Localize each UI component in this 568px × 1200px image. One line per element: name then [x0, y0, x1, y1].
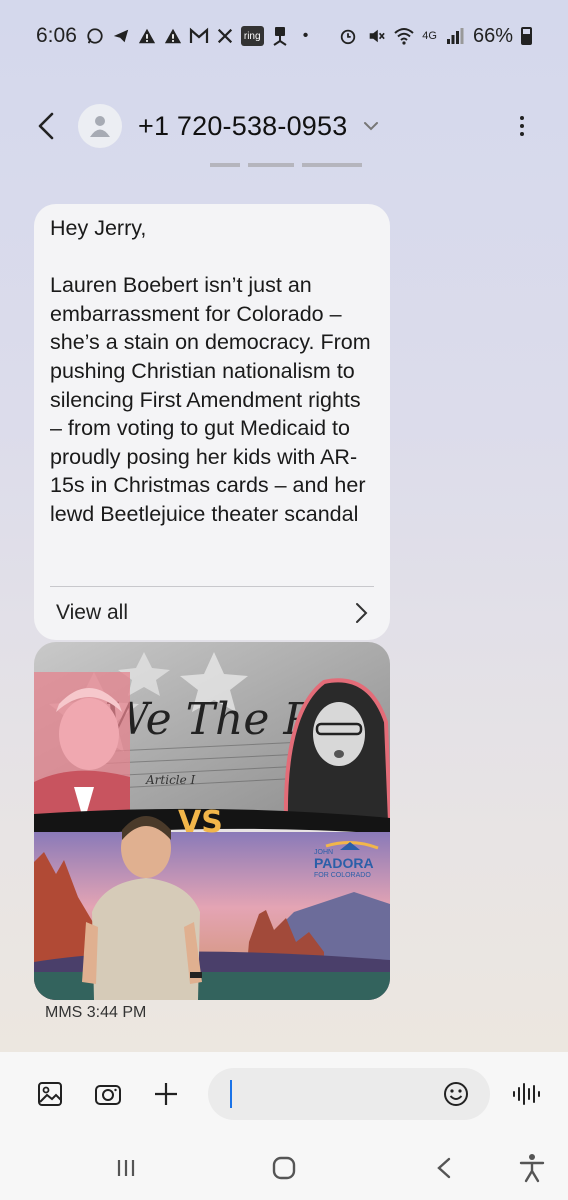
chair-icon — [270, 26, 290, 46]
signal-icon — [445, 26, 465, 46]
clipped-timestamp — [210, 160, 370, 170]
system-icons: 4G 66% — [338, 25, 532, 48]
image-icon — [38, 1082, 62, 1106]
view-all-label: View all — [56, 601, 128, 624]
message-timestamp: MMS 3:44 PM — [45, 1004, 147, 1021]
nav-back-button[interactable] — [422, 1148, 466, 1188]
person-icon — [90, 116, 110, 137]
emoji-icon — [444, 1082, 468, 1106]
status-time: 6:06 — [36, 24, 77, 47]
alarm-icon — [338, 26, 358, 46]
camera-button[interactable] — [86, 1072, 130, 1116]
battery-percent: 66% — [472, 24, 513, 47]
mms-image[interactable]: We The Peo Article I VS JOHN PADORA FOR … — [34, 642, 390, 1000]
contact-name[interactable]: +1 720-538-0953 — [138, 111, 347, 142]
vs-text: VS — [178, 805, 223, 840]
alert-icon — [163, 26, 183, 46]
more-icon — [520, 116, 524, 120]
compose-bar — [0, 1052, 568, 1136]
conversation-header: +1 720-538-0953 — [0, 96, 568, 156]
whatsapp-icon — [85, 26, 105, 46]
clipped-text-graphic — [210, 163, 362, 167]
ring-icon: ring — [240, 26, 264, 46]
recent-apps-button[interactable] — [104, 1148, 148, 1188]
network-type: 4G — [422, 30, 437, 42]
brand-last-name: PADORA — [314, 855, 374, 871]
back-button[interactable] — [26, 106, 66, 146]
system-nav-bar — [0, 1136, 568, 1200]
mute-icon — [366, 26, 386, 46]
add-button[interactable] — [144, 1072, 188, 1116]
view-all-button[interactable]: View all — [50, 587, 374, 639]
chevron-down-icon — [364, 122, 379, 131]
battery-icon — [521, 27, 532, 45]
status-bar: 6:06 ring • 4G 66% — [0, 0, 568, 72]
dot-icon: • — [302, 27, 309, 44]
home-button[interactable] — [262, 1148, 306, 1188]
camera-icon — [95, 1085, 121, 1105]
accessibility-icon — [519, 1154, 545, 1183]
chevron-left-icon — [38, 112, 54, 140]
notification-icons: ring • — [85, 26, 316, 46]
back-icon — [437, 1157, 451, 1179]
home-icon — [272, 1156, 296, 1180]
contact-avatar[interactable] — [78, 104, 122, 148]
plus-icon — [155, 1083, 177, 1105]
recents-icon — [117, 1160, 135, 1176]
message-bubble[interactable]: Hey Jerry, Lauren Boebert isn’t just an … — [34, 204, 390, 640]
emoji-button[interactable] — [434, 1072, 478, 1116]
voice-record-button[interactable] — [504, 1072, 548, 1116]
telegram-icon — [111, 26, 131, 46]
gmail-icon — [189, 26, 209, 46]
article-text: Article I — [145, 773, 196, 787]
expand-contact-button[interactable] — [361, 116, 381, 136]
x-icon — [215, 26, 235, 46]
waveform-icon — [513, 1083, 540, 1105]
message-input[interactable] — [232, 1082, 432, 1106]
accessibility-button[interactable] — [510, 1148, 554, 1188]
message-text: Hey Jerry, Lauren Boebert isn’t just an … — [50, 216, 371, 526]
wifi-icon — [394, 26, 414, 46]
more-icon-dot — [520, 132, 524, 136]
alert-icon — [137, 26, 157, 46]
more-options-button[interactable] — [510, 106, 534, 146]
chevron-right-icon — [356, 603, 368, 623]
gallery-button[interactable] — [28, 1072, 72, 1116]
campaign-graphic: We The Peo Article I VS JOHN PADORA FOR … — [34, 642, 390, 1000]
more-icon-dot — [520, 124, 524, 128]
message-input-field[interactable] — [208, 1068, 490, 1120]
brand-tagline: FOR COLORADO — [314, 872, 371, 879]
